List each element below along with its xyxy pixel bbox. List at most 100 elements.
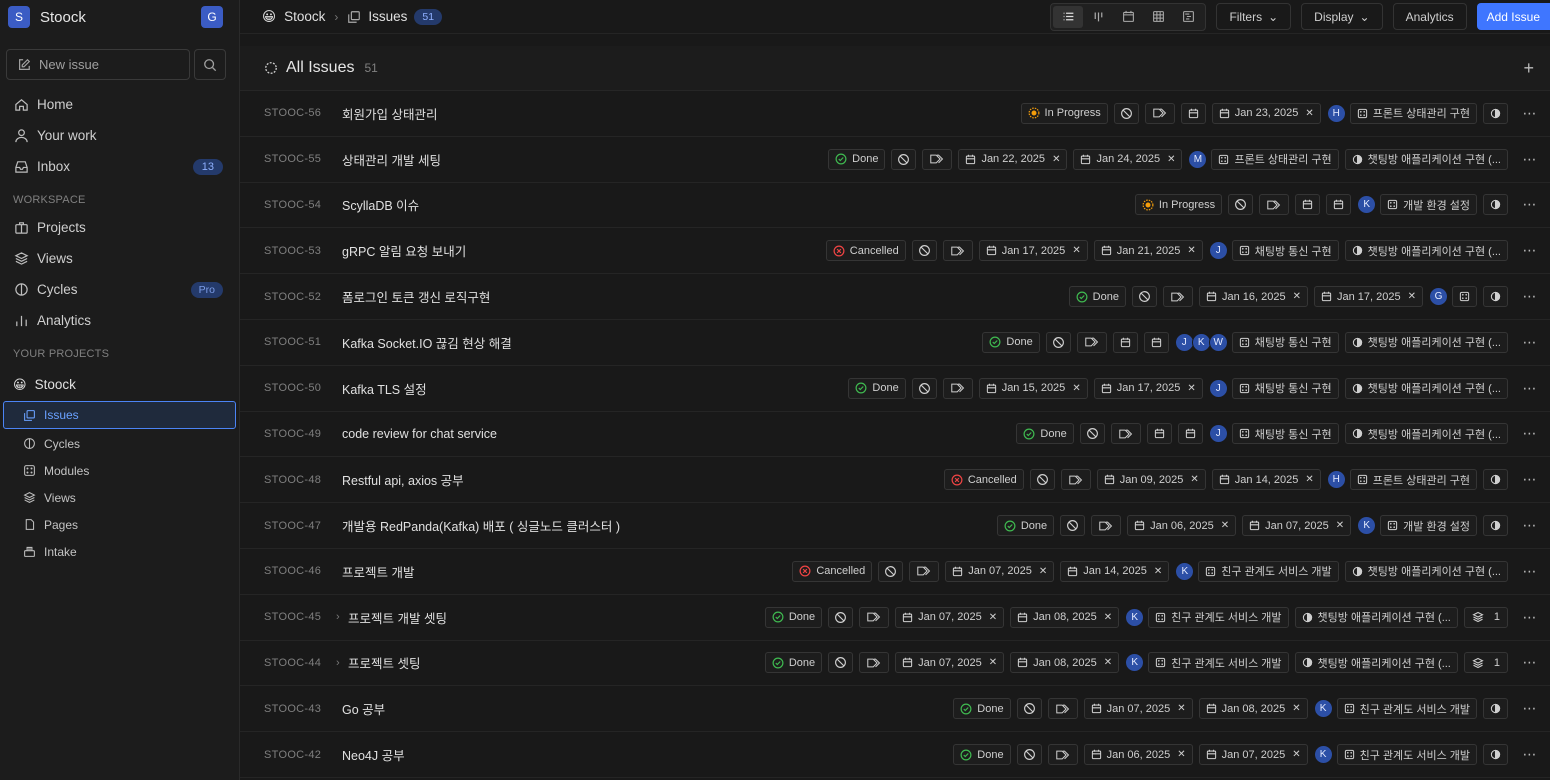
clear-icon[interactable]: ✕ — [1292, 749, 1300, 760]
clear-icon[interactable]: ✕ — [1190, 474, 1198, 485]
assignees[interactable]: J — [1208, 241, 1228, 261]
labels-chip[interactable] — [1047, 698, 1078, 720]
issue-title[interactable]: 개발용 RedPanda(Kafka) 배포 ( 싱글노드 클러스터 ) — [342, 516, 620, 535]
cycle-chip[interactable]: 챗팅방 애플리케이션 구현 (... — [1294, 606, 1458, 628]
more-options-icon[interactable]: ⋯ — [1518, 288, 1542, 305]
issue-title[interactable]: 상태관리 개발 세팅 — [342, 150, 441, 169]
status-chip[interactable]: Done — [996, 515, 1055, 537]
clear-icon[interactable]: ✕ — [1408, 291, 1416, 302]
clear-icon[interactable]: ✕ — [1052, 154, 1060, 165]
sub-issues-chip[interactable]: 1 — [1463, 606, 1508, 628]
clear-icon[interactable]: ✕ — [1177, 703, 1185, 714]
issue-title[interactable]: Kafka Socket.IO 끊김 현상 해결 — [342, 333, 512, 352]
display-button[interactable]: Display ⌄ — [1301, 3, 1383, 30]
module-chip[interactable]: 친구 관계도 서비스 개발 — [1198, 560, 1339, 582]
start-date-chip[interactable]: Jan 07, 2025 ✕ — [895, 652, 1005, 674]
breadcrumb-project[interactable]: Stoock — [284, 9, 325, 24]
issue-row[interactable]: STOOC-56 회원가입 상태관리 In Progress Jan 23, 2025… — [240, 91, 1550, 137]
more-options-icon[interactable]: ⋯ — [1518, 380, 1542, 397]
sidebar-item-cycles[interactable]: Cycles Pro — [6, 274, 233, 305]
labels-chip[interactable] — [1110, 423, 1141, 445]
priority-chip[interactable] — [828, 652, 854, 674]
module-chip[interactable]: 채팅방 통신 구현 — [1231, 377, 1339, 399]
assignees[interactable]: K — [1313, 745, 1333, 765]
assignees[interactable]: JKW — [1174, 332, 1228, 352]
more-options-icon[interactable]: ⋯ — [1518, 105, 1542, 122]
clear-icon[interactable]: ✕ — [1167, 154, 1175, 165]
labels-chip[interactable] — [922, 148, 953, 170]
clear-icon[interactable]: ✕ — [1187, 245, 1195, 256]
assignees[interactable]: J — [1208, 424, 1228, 444]
priority-chip[interactable] — [1016, 744, 1042, 766]
due-date-chip[interactable]: Jan 08, 2025 ✕ — [1198, 698, 1308, 720]
start-date-chip[interactable] — [1180, 102, 1206, 124]
priority-chip[interactable] — [1228, 194, 1254, 216]
status-chip[interactable]: Cancelled — [792, 560, 873, 582]
cycle-chip[interactable] — [1483, 286, 1508, 308]
due-date-chip[interactable]: Jan 07, 2025 ✕ — [1242, 515, 1352, 537]
issue-row[interactable]: STOOC-48 Restful api, axios 공부 Cancelled Ja… — [240, 457, 1550, 504]
issue-title[interactable]: 폼로그인 토큰 갱신 로직구현 — [342, 287, 490, 306]
clear-icon[interactable]: ✕ — [1104, 657, 1112, 668]
due-date-chip[interactable] — [1326, 194, 1352, 216]
start-date-chip[interactable]: Jan 07, 2025 ✕ — [1083, 698, 1193, 720]
cycle-chip[interactable]: 챗팅방 애플리케이션 구현 (... — [1344, 240, 1508, 262]
due-date-chip[interactable]: Jan 14, 2025 ✕ — [1211, 469, 1321, 491]
issue-title[interactable]: Neo4J 공부 — [342, 745, 405, 764]
start-date-chip[interactable]: Jan 16, 2025 ✕ — [1198, 286, 1308, 308]
clear-icon[interactable]: ✕ — [1039, 566, 1047, 577]
workspace-logo[interactable]: S — [8, 6, 30, 28]
more-options-icon[interactable]: ⋯ — [1518, 563, 1542, 580]
cycle-chip[interactable]: 챗팅방 애플리케이션 구현 (... — [1344, 148, 1508, 170]
issue-row[interactable]: STOOC-44 › 프로젝트 셋팅 Done Jan 07, 2025 ✕ Jan 08,… — [240, 641, 1550, 687]
workspace-header[interactable]: S Stoock G — [6, 0, 233, 34]
more-options-icon[interactable]: ⋯ — [1518, 334, 1542, 351]
start-date-chip[interactable]: Jan 17, 2025 ✕ — [978, 240, 1088, 262]
start-date-chip[interactable]: Jan 07, 2025 ✕ — [945, 560, 1055, 582]
clear-icon[interactable]: ✕ — [1221, 520, 1229, 531]
assignees[interactable]: K — [1125, 653, 1145, 673]
clear-icon[interactable]: ✕ — [1292, 703, 1300, 714]
start-date-chip[interactable]: Jan 06, 2025 ✕ — [1083, 744, 1193, 766]
more-options-icon[interactable]: ⋯ — [1518, 196, 1542, 213]
labels-chip[interactable] — [942, 240, 973, 262]
sidebar-item-projects[interactable]: Projects — [6, 212, 233, 243]
labels-chip[interactable] — [1060, 469, 1091, 491]
priority-chip[interactable] — [1131, 286, 1157, 308]
due-date-chip[interactable] — [1143, 331, 1169, 353]
module-chip[interactable]: 채팅방 통신 구현 — [1231, 240, 1339, 262]
issue-row[interactable]: STOOC-49 code review for chat service Done… — [240, 412, 1550, 458]
sidebar-item-analytics[interactable]: Analytics — [6, 305, 233, 336]
status-chip[interactable]: Done — [953, 698, 1011, 720]
status-chip[interactable]: Done — [1016, 423, 1074, 445]
more-options-icon[interactable]: ⋯ — [1518, 517, 1542, 534]
issue-row[interactable]: STOOC-54 ScyllaDB 이슈 In Progress K 개발 환경 설정 ⋯ — [240, 183, 1550, 229]
start-date-chip[interactable]: Jan 15, 2025 ✕ — [978, 377, 1088, 399]
labels-chip[interactable] — [1076, 331, 1107, 353]
module-chip[interactable]: 프론트 상태관리 구현 — [1349, 469, 1477, 491]
clear-icon[interactable]: ✕ — [1072, 245, 1080, 256]
start-date-chip[interactable] — [1112, 331, 1138, 353]
cycle-chip[interactable]: 챗팅방 애플리케이션 구현 (... — [1294, 652, 1458, 674]
labels-chip[interactable] — [1162, 286, 1193, 308]
issue-row[interactable]: STOOC-43 Go 공부 Done Jan 07, 2025 ✕ Jan 08, 20… — [240, 686, 1550, 733]
status-chip[interactable]: Done — [1068, 286, 1126, 308]
cycle-chip[interactable] — [1483, 194, 1508, 216]
module-chip[interactable]: 친구 관계도 서비스 개발 — [1336, 698, 1477, 720]
issue-row[interactable]: STOOC-51 Kafka Socket.IO 끊김 현상 해결 Done J K W 채… — [240, 320, 1550, 366]
issue-row[interactable]: STOOC-52 폼로그인 토큰 갱신 로직구현 Done Jan 16, 2025 ✕… — [240, 274, 1550, 320]
clear-icon[interactable]: ✕ — [1177, 749, 1185, 760]
more-options-icon[interactable]: ⋯ — [1518, 654, 1542, 671]
issue-row[interactable]: STOOC-47 개발용 RedPanda(Kafka) 배포 ( 싱글노드 클러… — [240, 503, 1550, 549]
start-date-chip[interactable]: Jan 22, 2025 ✕ — [958, 148, 1068, 170]
add-icon[interactable]: + — [1523, 58, 1534, 79]
analytics-button[interactable]: Analytics — [1392, 3, 1467, 30]
due-date-chip[interactable] — [1177, 423, 1203, 445]
start-date-chip[interactable]: Jan 07, 2025 ✕ — [895, 606, 1005, 628]
module-chip[interactable]: 프론트 상태관리 구현 — [1211, 148, 1339, 170]
clear-icon[interactable]: ✕ — [1154, 566, 1162, 577]
issue-row[interactable]: STOOC-45 › 프로젝트 개발 셋팅 Done Jan 07, 2025 ✕ Jan … — [240, 595, 1550, 641]
list-layout-icon[interactable] — [1053, 5, 1084, 28]
labels-chip[interactable] — [909, 560, 940, 582]
more-options-icon[interactable]: ⋯ — [1518, 700, 1542, 717]
